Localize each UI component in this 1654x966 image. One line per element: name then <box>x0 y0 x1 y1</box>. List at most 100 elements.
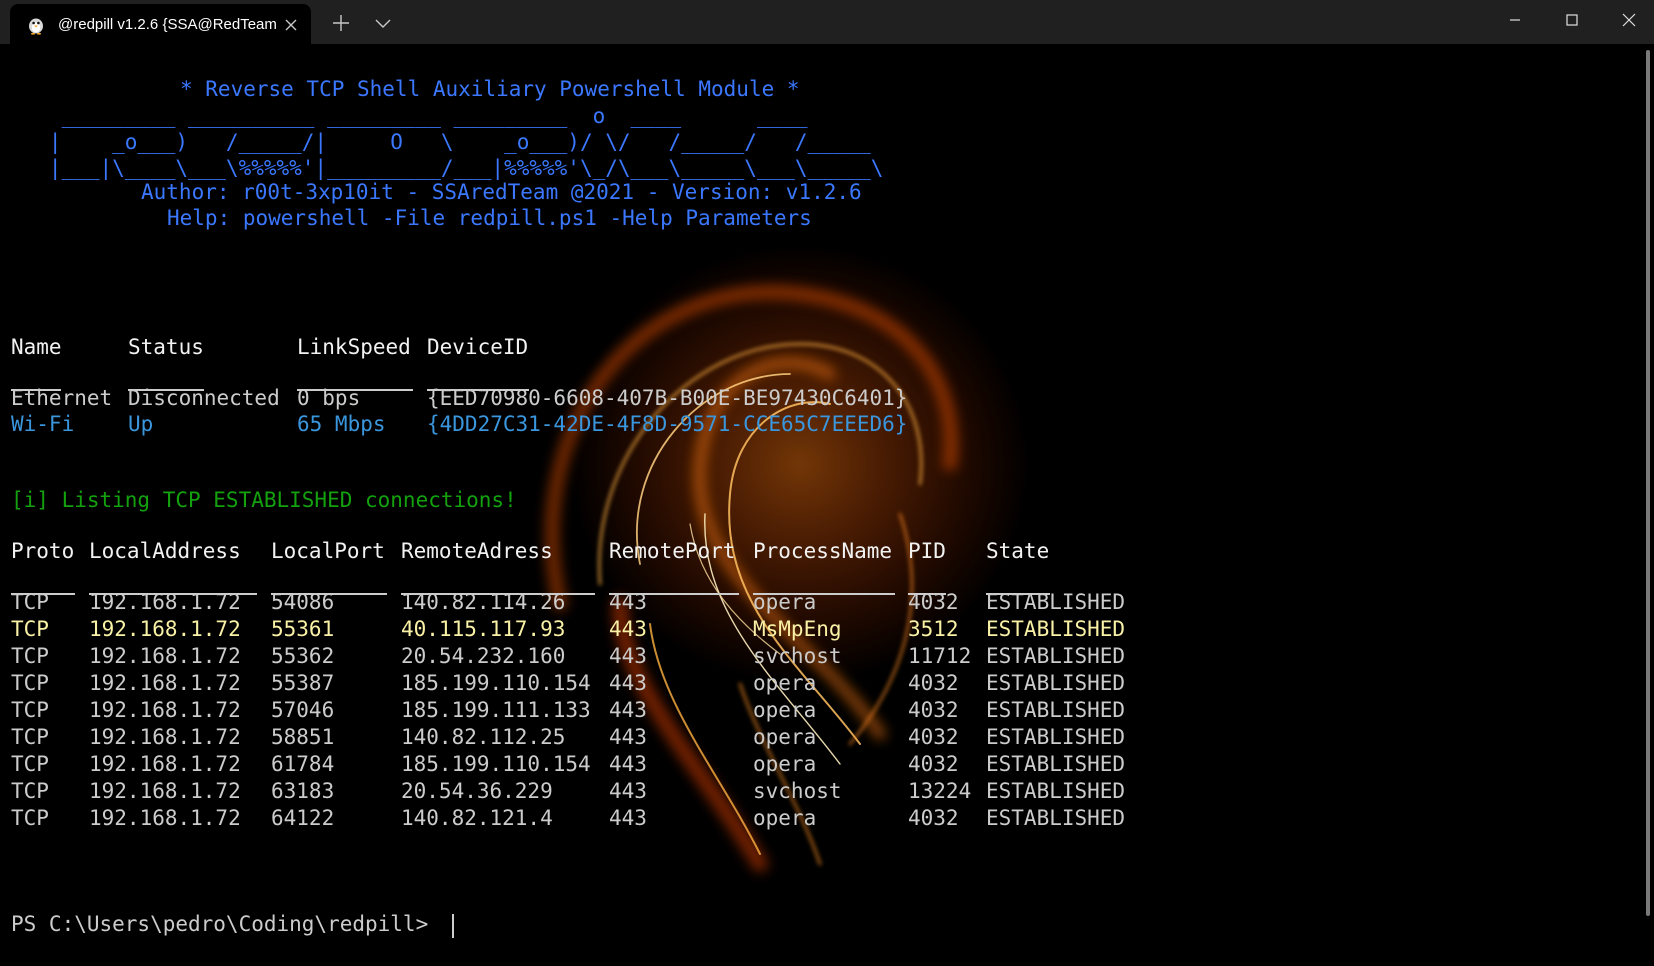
conn-pid: 11712 <box>908 644 972 668</box>
adapter-status: Disconnected <box>128 386 280 410</box>
conn-proto: TCP <box>11 779 49 803</box>
conn-local-address: 192.168.1.72 <box>89 806 241 830</box>
conn-remote-port: 443 <box>609 725 647 749</box>
conn-col-proto: Proto <box>11 539 75 563</box>
prompt: PS C:\Users\pedro\Coding\redpill> <box>11 912 429 936</box>
close-icon[interactable] <box>1600 0 1654 40</box>
conn-pid: 4032 <box>908 806 959 830</box>
adapters-col-linkspeed: LinkSpeed <box>297 335 411 359</box>
conn-remote-port: 443 <box>609 590 647 614</box>
conn-local-address: 192.168.1.72 <box>89 671 241 695</box>
adapter-linkspeed: 0 bps <box>297 386 361 410</box>
penguin-icon <box>29 18 43 35</box>
conn-remote-port: 443 <box>609 671 647 695</box>
adapter-name: Wi-Fi <box>11 412 75 436</box>
conn-process: MsMpEng <box>753 617 842 641</box>
conn-proto: TCP <box>11 698 49 722</box>
banner-art-line-3: |___|\____\___\%%%%%'|_________/___|%%%%… <box>11 156 884 180</box>
conn-remote-address: 185.199.111.133 <box>401 698 591 722</box>
tab-redpill[interactable]: @redpill v1.2.6 {SSA@RedTeam} <box>10 4 311 44</box>
conn-pid: 4032 <box>908 725 959 749</box>
conn-proto: TCP <box>11 644 49 668</box>
terminal-window: @redpill v1.2.6 {SSA@RedTeam} * Reverse … <box>0 0 1654 966</box>
conn-remote-port: 443 <box>609 617 647 641</box>
maximize-icon[interactable] <box>1543 0 1601 40</box>
conn-remote-address: 140.82.121.4 <box>401 806 553 830</box>
conn-local-port: 55361 <box>271 617 335 641</box>
conn-pid: 3512 <box>908 617 959 641</box>
scrollbar-thumb[interactable] <box>1646 50 1650 916</box>
conn-remote-port: 443 <box>609 779 647 803</box>
conn-local-port: 55387 <box>271 671 335 695</box>
conn-pid: 4032 <box>908 590 959 614</box>
conn-local-address: 192.168.1.72 <box>89 725 241 749</box>
conn-state: ESTABLISHED <box>986 752 1126 776</box>
close-icon[interactable] <box>280 14 302 36</box>
conn-col-pid: PID <box>908 539 946 563</box>
connection-row: TCP 192.168.1.72 55362 20.54.232.160 443 svch… <box>11 643 1151 670</box>
conn-remote-address: 185.199.110.154 <box>401 752 591 776</box>
conn-process: opera <box>753 752 817 776</box>
banner-art-line-1: _________ __________ _________ _________… <box>11 104 808 128</box>
conn-remote-address: 40.115.117.93 <box>401 617 566 641</box>
conn-col-processname: ProcessName <box>753 539 893 563</box>
conn-local-address: 192.168.1.72 <box>89 644 241 668</box>
conn-col-localaddress: LocalAddress <box>89 539 241 563</box>
tab-title: @redpill v1.2.6 {SSA@RedTeam} <box>58 16 276 33</box>
connections-header: Proto LocalAddress LocalPort RemoteAdres… <box>11 538 1151 565</box>
info-message: [i] Listing TCP ESTABLISHED connections! <box>11 488 517 512</box>
connection-row: TCP 192.168.1.72 61784 185.199.110.154 443 op… <box>11 751 1151 778</box>
plus-icon[interactable] <box>328 10 354 36</box>
conn-col-localport: LocalPort <box>271 539 385 563</box>
conn-local-port: 64122 <box>271 806 335 830</box>
conn-remote-address: 185.199.110.154 <box>401 671 591 695</box>
terminal-output[interactable]: * Reverse TCP Shell Auxiliary Powershell… <box>0 44 1654 966</box>
conn-local-port: 55362 <box>271 644 335 668</box>
conn-process: opera <box>753 671 817 695</box>
conn-process: svchost <box>753 644 842 668</box>
conn-proto: TCP <box>11 617 49 641</box>
adapter-deviceid: {4DD27C31-42DE-4F8D-9571-CCE65C7EEED6} <box>427 412 908 436</box>
adapters-header: Name Status LinkSpeed DeviceID <box>11 334 941 361</box>
adapters-col-deviceid: DeviceID <box>427 335 529 359</box>
chevron-down-icon[interactable] <box>370 10 396 36</box>
conn-col-state: State <box>986 539 1050 563</box>
conn-process: svchost <box>753 779 842 803</box>
title-bar[interactable]: @redpill v1.2.6 {SSA@RedTeam} <box>0 0 1654 44</box>
banner-help: Help: powershell -File redpill.ps1 -Help… <box>167 206 812 230</box>
conn-proto: TCP <box>11 725 49 749</box>
adapter-status: Up <box>128 412 154 436</box>
conn-local-port: 58851 <box>271 725 335 749</box>
conn-proto: TCP <box>11 752 49 776</box>
conn-remote-port: 443 <box>609 752 647 776</box>
conn-col-remoteport: RemotePort <box>609 539 736 563</box>
conn-local-address: 192.168.1.72 <box>89 590 241 614</box>
conn-proto: TCP <box>11 590 49 614</box>
connection-row: TCP 192.168.1.72 57046 185.199.111.133 443 op… <box>11 697 1151 724</box>
conn-local-port: 54086 <box>271 590 335 614</box>
conn-pid: 4032 <box>908 752 959 776</box>
conn-local-address: 192.168.1.72 <box>89 617 241 641</box>
conn-pid: 4032 <box>908 698 959 722</box>
conn-proto: TCP <box>11 671 49 695</box>
conn-local-port: 63183 <box>271 779 335 803</box>
connection-row: TCP 192.168.1.72 58851 140.82.112.25 443 oper… <box>11 724 1151 751</box>
conn-process: opera <box>753 590 817 614</box>
minimize-icon[interactable] <box>1486 0 1544 40</box>
conn-local-address: 192.168.1.72 <box>89 698 241 722</box>
conn-remote-address: 140.82.112.25 <box>401 725 566 749</box>
conn-remote-address: 20.54.232.160 <box>401 644 566 668</box>
conn-process: opera <box>753 806 817 830</box>
conn-col-remoteadress: RemoteAdress <box>401 539 553 563</box>
conn-state: ESTABLISHED <box>986 590 1126 614</box>
conn-state: ESTABLISHED <box>986 671 1126 695</box>
connection-row: TCP 192.168.1.72 55361 40.115.117.93 443 MsMp… <box>11 616 1151 643</box>
connection-row: TCP 192.168.1.72 54086 140.82.114.26 443 oper… <box>11 589 1151 616</box>
conn-pid: 13224 <box>908 779 972 803</box>
conn-state: ESTABLISHED <box>986 806 1126 830</box>
conn-local-address: 192.168.1.72 <box>89 779 241 803</box>
conn-local-port: 61784 <box>271 752 335 776</box>
connection-row: TCP 192.168.1.72 64122 140.82.121.4 443 opera… <box>11 805 1151 832</box>
text-cursor <box>452 914 454 938</box>
adapter-row: Wi-Fi Up 65 Mbps {4DD27C31-42DE-4F8D-957… <box>11 411 941 438</box>
